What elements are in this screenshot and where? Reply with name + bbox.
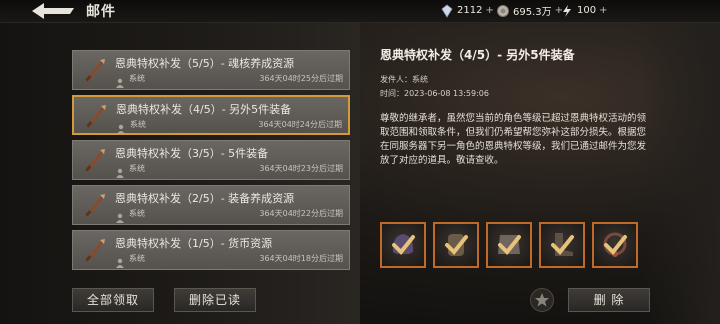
back-button[interactable] xyxy=(30,1,76,21)
delete-button[interactable]: 删 除 xyxy=(568,288,650,312)
sword-icon xyxy=(84,103,108,129)
mail-sender: 系统 xyxy=(130,120,146,129)
mail-title: 恩典特权补发（1/5）- 货币资源 xyxy=(115,237,273,250)
mail-item[interactable]: 恩典特权补发（2/5）- 装备养成资源 系统 364天04时22分后过期 xyxy=(72,185,350,225)
mail-expire: 364天04时24分后过期 xyxy=(258,120,342,129)
detail-sender: 发件人：系统 xyxy=(380,75,428,84)
favorite-button[interactable] xyxy=(530,288,554,312)
mail-title: 恩典特权补发（2/5）- 装备养成资源 xyxy=(115,192,295,205)
mail-sender: 系统 xyxy=(129,164,145,173)
mail-title: 恩典特权补发（3/5）- 5件装备 xyxy=(115,147,269,160)
sword-icon xyxy=(83,57,107,83)
user-icon xyxy=(115,253,125,268)
energy-value: 100 xyxy=(577,5,597,16)
lightning-icon xyxy=(560,4,574,18)
detail-title: 恩典特权补发（4/5）- 另外5件装备 xyxy=(380,48,575,62)
user-icon xyxy=(115,73,125,88)
equipment-armor-icon xyxy=(498,235,521,255)
user-icon xyxy=(115,163,125,178)
background-right xyxy=(640,0,720,324)
sword-icon xyxy=(83,147,107,173)
mail-title: 恩典特权补发（5/5）- 魂核养成资源 xyxy=(115,57,295,70)
mail-sender: 系统 xyxy=(129,254,145,263)
equipment-necklace-icon xyxy=(603,232,627,257)
diamond-icon xyxy=(440,3,454,18)
detail-time: 时间：2023-06-08 13:59:06 xyxy=(380,89,489,98)
page-title: 邮件 xyxy=(86,4,116,20)
equipment-boots-icon xyxy=(551,233,574,256)
reward-item[interactable] xyxy=(433,222,479,268)
delete-read-button[interactable]: 删除已读 xyxy=(174,288,256,312)
diamond-plus-button[interactable]: + xyxy=(485,5,493,16)
equipment-helmet-icon xyxy=(392,234,415,255)
mail-expire: 364天04时25分后过期 xyxy=(259,74,343,83)
back-arrow-icon xyxy=(32,3,74,19)
mail-expire: 364天04时23分后过期 xyxy=(259,164,343,173)
reward-item[interactable] xyxy=(592,222,638,268)
detail-body: 尊敬的继承者，虽然您当前的角色等级已超过恩典特权活动的领取范围和领取条件，但我们… xyxy=(380,113,647,166)
mail-expire: 364天04时18分后过期 xyxy=(259,254,343,263)
star-icon xyxy=(535,293,549,307)
mail-title: 恩典特权补发（4/5）- 另外5件装备 xyxy=(116,103,292,116)
mail-sender: 系统 xyxy=(129,209,145,218)
user-icon xyxy=(116,119,126,134)
sword-icon xyxy=(83,237,107,263)
equipment-gauntlet-icon xyxy=(445,234,468,256)
mail-item-selected[interactable]: 恩典特权补发（4/5）- 另外5件装备 系统 364天04时24分后过期 xyxy=(72,95,350,135)
mail-expire: 364天04时22分后过期 xyxy=(259,209,343,218)
currency-coin: 695.3万 + xyxy=(496,3,563,18)
mail-item[interactable]: 恩典特权补发（5/5）- 魂核养成资源 系统 364天04时25分后过期 xyxy=(72,50,350,90)
energy-plus-button[interactable]: + xyxy=(599,5,607,16)
mail-item[interactable]: 恩典特权补发（1/5）- 货币资源 系统 364天04时18分后过期 xyxy=(72,230,350,270)
diamond-value: 2112 xyxy=(457,5,483,16)
sword-icon xyxy=(83,192,107,218)
coin-icon xyxy=(496,4,510,18)
reward-item[interactable] xyxy=(486,222,532,268)
currency-diamond: 2112 + xyxy=(440,3,494,18)
top-bar: 邮件 2112 + 695.3万 + 100 + xyxy=(0,0,720,23)
currency-energy: 100 + xyxy=(560,3,607,18)
mail-sender: 系统 xyxy=(129,74,145,83)
claim-all-button[interactable]: 全部领取 xyxy=(72,288,154,312)
mail-item[interactable]: 恩典特权补发（3/5）- 5件装备 系统 364天04时23分后过期 xyxy=(72,140,350,180)
user-icon xyxy=(115,208,125,223)
reward-item[interactable] xyxy=(539,222,585,268)
reward-item[interactable] xyxy=(380,222,426,268)
coin-value: 695.3万 xyxy=(513,7,552,18)
